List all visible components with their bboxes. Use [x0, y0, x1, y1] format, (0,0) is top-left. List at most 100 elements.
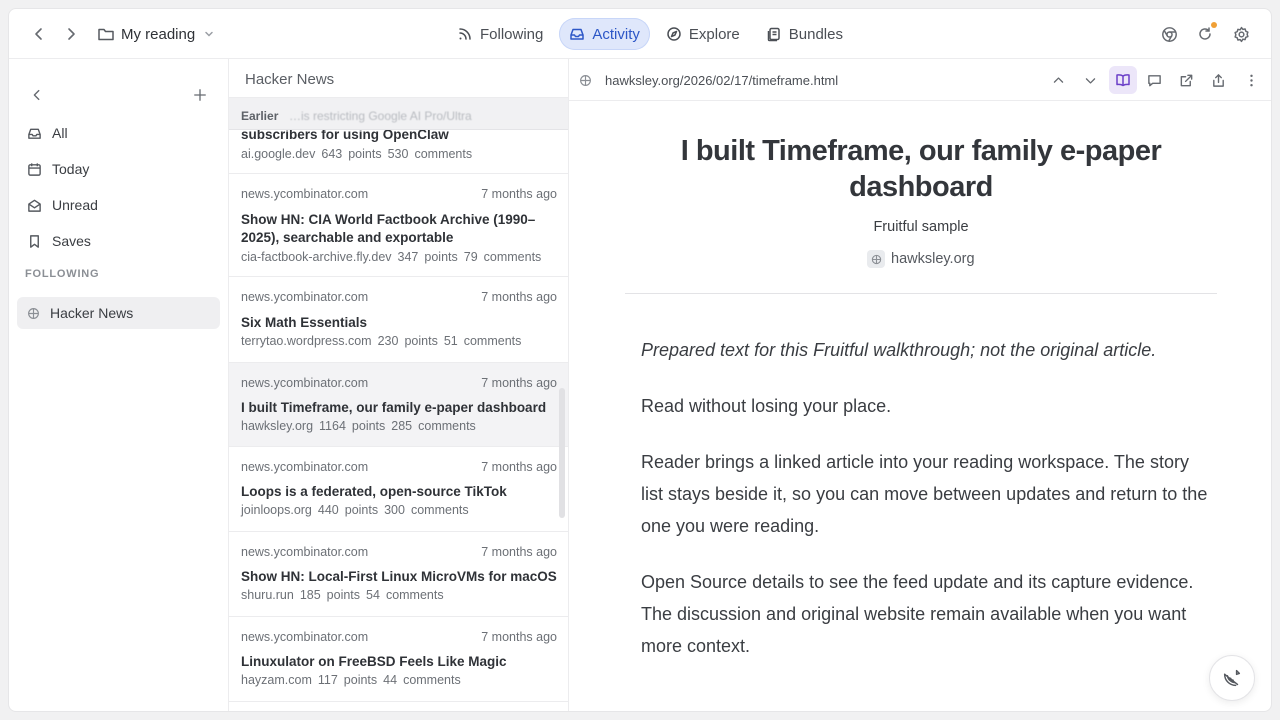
comments-button[interactable]	[1145, 71, 1163, 89]
list-title: Hacker News	[245, 71, 335, 88]
story-domain: hayzam.com	[241, 673, 312, 687]
forward-icon	[68, 28, 75, 40]
reader-toolbar: hawksley.org/2026/02/17/timeframe.html	[569, 59, 1271, 101]
sidebar-item-saves[interactable]: Saves	[17, 225, 220, 257]
story-points-label: points	[351, 419, 386, 433]
divider	[625, 293, 1217, 294]
chevron-down-icon	[205, 31, 213, 37]
tab-following[interactable]: Following	[447, 18, 553, 50]
plus-icon	[194, 89, 206, 101]
share-button[interactable]	[1209, 71, 1227, 89]
article-paragraph: Prepared text for this Fruitful walkthro…	[641, 340, 1157, 360]
story-meta: terrytao.wordpress.com 230 points 51 com…	[241, 334, 521, 348]
following-section-heading: FOLLOWING	[25, 268, 100, 280]
open-original-button[interactable]	[1177, 71, 1195, 89]
story-comments-label: comments	[483, 250, 542, 264]
forward-button[interactable]	[61, 24, 81, 44]
story-time: 7 months ago	[481, 376, 557, 390]
sidebar-item-label: Saves	[52, 233, 91, 249]
article-feed-name: Fruitful sample	[873, 219, 969, 235]
story-time: 7 months ago	[481, 187, 557, 201]
story-meta: hawksley.org 1164 points 285 comments	[241, 419, 476, 433]
more-icon	[1249, 74, 1253, 86]
tab-bundles[interactable]: Bundles	[756, 18, 853, 50]
share-icon	[1212, 73, 1224, 87]
article-url[interactable]: hawksley.org/2026/02/17/timeframe.html	[605, 73, 838, 88]
gear-icon	[1233, 26, 1249, 42]
story-list-body[interactable]: Earlier …is restricting Google AI Pro/Ul…	[229, 97, 568, 711]
article-site: hawksley.org	[891, 251, 975, 267]
sidebar-item-label: Today	[52, 161, 90, 177]
story-item[interactable]: news.ycombinator.com 7 months ago Loops …	[229, 447, 568, 532]
story-points: 440	[317, 503, 339, 517]
refresh-button[interactable]	[1195, 22, 1217, 44]
back-button[interactable]	[29, 24, 49, 44]
story-comments-label: comments	[463, 334, 522, 348]
story-title: Show HN: CIA World Factbook Archive (199…	[241, 212, 536, 245]
story-source: news.ycombinator.com	[241, 630, 369, 644]
story-item[interactable]: news.ycombinator.com 7 months ago Six Ma…	[229, 277, 568, 363]
sidebar-item-label: Hacker News	[50, 305, 134, 321]
site-favicon	[577, 72, 593, 88]
chevron-left-icon	[33, 89, 40, 101]
story-list: Hacker News Earlier …is restricting Goog…	[229, 59, 569, 711]
story-title: Six Math Essentials	[241, 315, 368, 330]
sidebar-item-today[interactable]: Today	[17, 153, 220, 185]
story-item[interactable]: news.ycombinator.com 7 months ago Show H…	[229, 174, 568, 277]
story-title: Linuxulator on FreeBSD Feels Like Magic	[241, 654, 507, 669]
chevron-up-icon	[1053, 76, 1063, 83]
folder-switcher[interactable]: My reading	[97, 23, 215, 45]
story-points-label: points	[343, 673, 378, 687]
sidebar-item-hacker-news[interactable]: Hacker News	[17, 297, 220, 329]
article-paragraph: Read without losing your place.	[641, 396, 892, 416]
story-domain: hawksley.org	[241, 419, 314, 433]
story-comments: 54	[366, 588, 380, 602]
story-points: 117	[317, 673, 338, 687]
story-comments-label: comments	[418, 419, 476, 433]
reader-mode-button[interactable]	[1109, 66, 1137, 94]
story-domain: joinloops.org	[241, 503, 312, 517]
previous-story-button[interactable]	[1049, 71, 1067, 89]
story-item[interactable]: news.ycombinator.com 7 months ago Linuxu…	[229, 617, 568, 702]
app-window: My reading Following Activity Explore Bu…	[8, 8, 1272, 712]
globe-icon	[579, 74, 591, 86]
more-button[interactable]	[1242, 71, 1260, 89]
story-comments-label: comments	[403, 673, 461, 687]
comment-icon	[1147, 74, 1161, 86]
tab-activity-label: Activity	[592, 25, 640, 43]
globe-icon	[28, 307, 39, 319]
folder-icon	[98, 28, 114, 41]
story-title: Loops is a federated, open-source TikTok	[241, 484, 507, 499]
story-points-label: points	[326, 588, 361, 602]
story-comments: 300	[384, 503, 405, 517]
view-tabs: Following Activity Explore Bundles	[447, 18, 853, 50]
story-source: news.ycombinator.com	[241, 376, 369, 390]
story-title: I built Timeframe, our family e-paper da…	[241, 400, 547, 415]
tab-activity[interactable]: Activity	[559, 18, 650, 50]
group-ghost-text: …is restricting Google AI Pro/Ultra	[289, 109, 472, 123]
mail-open-icon	[28, 199, 41, 212]
article-paragraph: Reader brings a linked article into your…	[641, 452, 1208, 536]
collapse-sidebar-button[interactable]	[29, 87, 45, 103]
tab-explore[interactable]: Explore	[656, 18, 750, 50]
story-time: 7 months ago	[481, 630, 557, 644]
sidebar-item-label: Unread	[52, 197, 98, 213]
sidebar-item-unread[interactable]: Unread	[17, 189, 220, 221]
story-time: 7 months ago	[481, 545, 557, 559]
story-points: 347	[397, 250, 419, 264]
story-meta: cia-factbook-archive.fly.dev 347 points …	[241, 250, 541, 264]
add-feed-button[interactable]	[191, 86, 209, 104]
floating-action-button[interactable]	[1209, 655, 1255, 701]
story-points-label: points	[344, 503, 379, 517]
story-item[interactable]: news.ycombinator.com 7 months ago Show H…	[229, 532, 568, 617]
story-points: 643	[321, 147, 343, 161]
browser-button[interactable]	[1159, 24, 1179, 44]
list-scrollbar[interactable]	[559, 388, 565, 518]
story-item-selected[interactable]: news.ycombinator.com 7 months ago I buil…	[229, 363, 568, 447]
sidebar-item-all[interactable]: All	[17, 117, 220, 149]
sidebar: All Today Unread Saves FOLLOWING Hacker …	[9, 59, 229, 711]
article-site-link[interactable]: hawksley.org	[867, 249, 975, 269]
next-story-button[interactable]	[1081, 71, 1099, 89]
story-domain: ai.google.dev	[241, 147, 316, 161]
settings-button[interactable]	[1231, 24, 1251, 44]
